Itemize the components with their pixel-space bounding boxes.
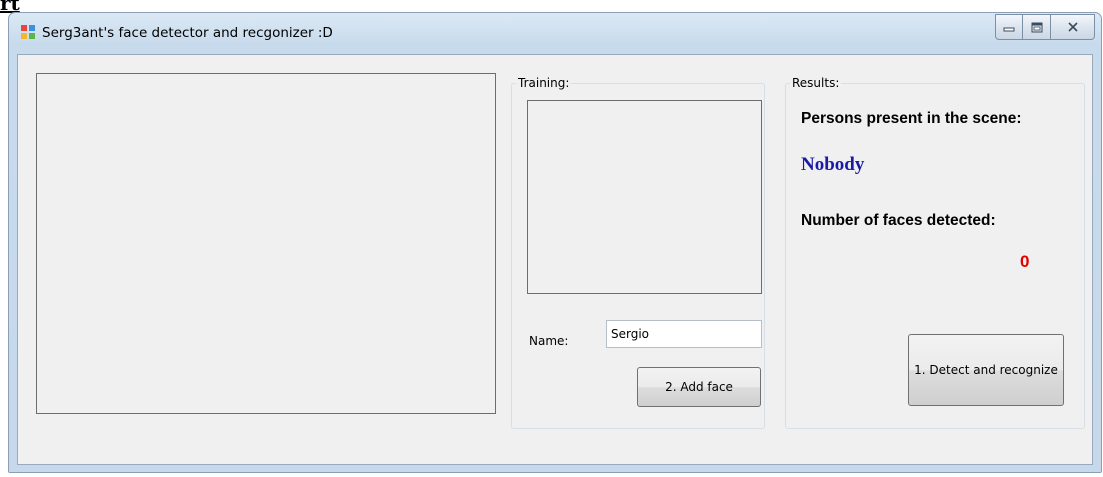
training-face-image-box	[527, 100, 762, 294]
app-window: Serg3ant's face detector and recgonizer …	[8, 12, 1102, 473]
app-window-icon[interactable]	[20, 24, 36, 40]
client-area: Training: Name: 2. Add face Results: Per…	[17, 54, 1093, 465]
title-bar[interactable]: Serg3ant's face detector and recgonizer …	[9, 13, 1101, 55]
window-title: Serg3ant's face detector and recgonizer …	[42, 25, 333, 41]
name-label: Name:	[529, 334, 569, 348]
close-icon	[1067, 22, 1078, 32]
results-groupbox: Results: Persons present in the scene: N…	[785, 75, 1085, 429]
persons-present-value: Nobody	[801, 154, 865, 175]
caption-buttons	[995, 14, 1095, 40]
maximize-button[interactable]	[1023, 14, 1051, 40]
training-groupbox: Training: Name: 2. Add face	[511, 75, 765, 429]
results-group-label: Results:	[790, 75, 842, 91]
close-button[interactable]	[1051, 14, 1095, 40]
persons-present-heading: Persons present in the scene:	[801, 110, 1022, 127]
maximize-icon	[1031, 22, 1042, 32]
camera-image-box	[36, 73, 496, 414]
minimize-button[interactable]	[995, 14, 1023, 40]
training-group-label: Training:	[516, 75, 572, 91]
detect-and-recognize-button[interactable]: 1. Detect and recognize	[908, 334, 1064, 406]
faces-detected-heading: Number of faces detected:	[801, 212, 996, 229]
faces-detected-count: 0	[1020, 252, 1030, 271]
add-face-button[interactable]: 2. Add face	[637, 367, 761, 407]
minimize-icon	[1003, 27, 1015, 32]
name-input[interactable]	[606, 320, 762, 348]
